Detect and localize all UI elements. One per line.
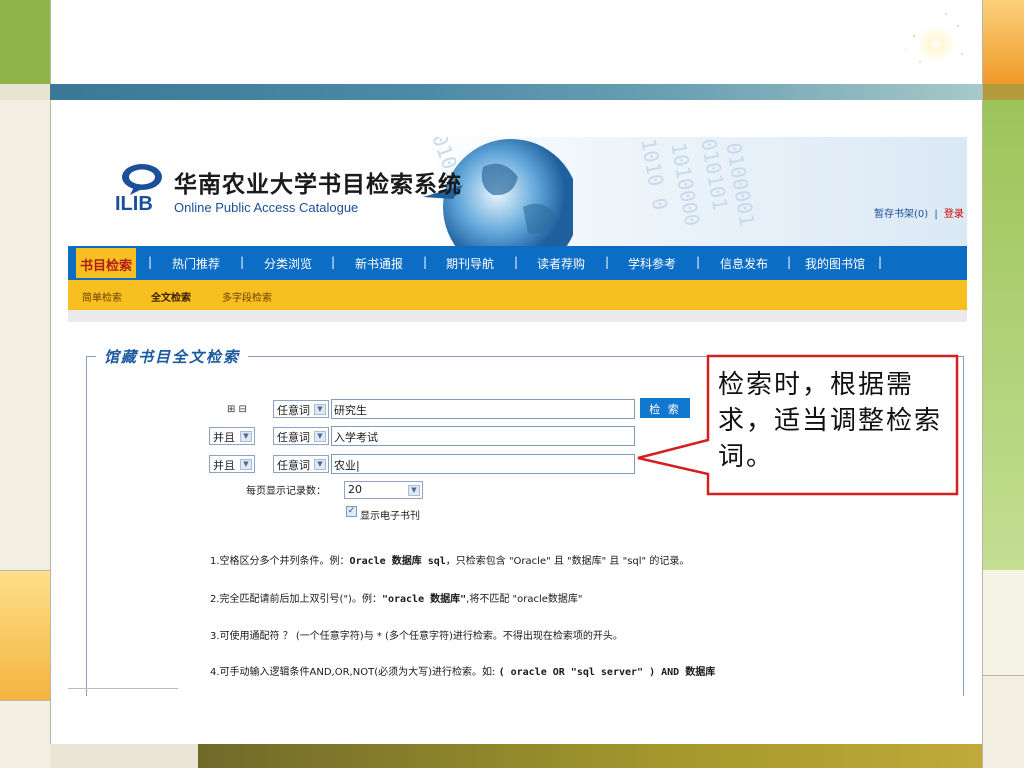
nav-separator: |: [423, 255, 428, 269]
logic-select-3[interactable]: 并且 ▼: [209, 455, 255, 473]
nav-item-my-library[interactable]: 我的图书馆: [805, 255, 865, 272]
nav-separator: |: [787, 255, 792, 269]
slide-decor-orange-block: [0, 570, 50, 700]
subnav-fulltext-search[interactable]: 全文检索: [151, 289, 191, 304]
site-title: 华南农业大学书目检索系统: [174, 172, 462, 198]
slide-decor-right-bottom: [982, 675, 1024, 768]
nav-item-new-books[interactable]: 新书通报: [355, 255, 403, 272]
nav-item-popular[interactable]: 热门推荐: [172, 255, 220, 272]
slide-divider: [982, 675, 1024, 676]
field-select-value: 任意词: [277, 404, 310, 417]
chevron-down-icon: ▼: [314, 459, 326, 470]
slide-divider: [0, 570, 50, 571]
nav-separator: |: [514, 255, 519, 269]
slide-header-stripe: [50, 84, 982, 100]
logic-select-value: 并且: [213, 431, 235, 444]
slide-decor-green-panel: [982, 100, 1024, 570]
main-nav: 书目检索 | 热门推荐 | 分类浏览 | 新书通报 | 期刊导航 | 读者荐购 …: [68, 246, 967, 280]
cart-area: 暂存书架(0) | 登录: [874, 205, 964, 220]
slide-footer-stripe: [198, 744, 982, 768]
slide-decor-orange-corner: [982, 0, 1024, 84]
nav-item-news[interactable]: 信息发布: [720, 255, 768, 272]
hint-line: 2.完全匹配请前后加上双引号(")。例："oracle 数据库",将不匹配 "o…: [210, 594, 583, 605]
slide-decor-left-bottom: [0, 700, 50, 768]
per-page-select[interactable]: 20 ▼: [344, 481, 423, 499]
slide-divider: [982, 0, 983, 768]
search-input-2[interactable]: 入学考试: [331, 426, 635, 446]
nav-item-book-search[interactable]: 书目检索: [76, 248, 137, 278]
ilib-logo-text: ILIB: [115, 193, 153, 215]
sparkle-icon: [905, 13, 963, 64]
show-ejournal-label: 显示电子书刊: [360, 511, 420, 522]
nav-separator: |: [240, 255, 245, 269]
expand-collapse-icon[interactable]: ⊞ ⊟: [227, 404, 247, 415]
nav-item-category[interactable]: 分类浏览: [264, 255, 312, 272]
slide-decor-right-light: [982, 570, 1024, 675]
search-input-1[interactable]: 研究生: [331, 399, 635, 419]
nav-item-recommend[interactable]: 读者荐购: [537, 255, 585, 272]
chevron-down-icon: ▼: [240, 459, 252, 470]
chevron-down-icon: ▼: [314, 431, 326, 442]
nav-separator: |: [331, 255, 336, 269]
chevron-down-icon: ▼: [408, 485, 420, 496]
panel-title: 馆藏书目全文检索: [96, 346, 249, 367]
slide-divider: [0, 700, 50, 701]
slide-decor-green-block: [0, 0, 50, 84]
nav-separator: |: [696, 255, 701, 269]
hint-line: 4.可手动输入逻辑条件AND,OR,NOT(必须为大写)进行检索。如: ( or…: [210, 667, 716, 678]
nav-shadow: [68, 310, 967, 322]
slide-divider: [50, 0, 51, 768]
field-select-1[interactable]: 任意词 ▼: [273, 400, 329, 418]
show-ejournal-checkbox[interactable]: ✓: [346, 506, 357, 517]
subnav-simple-search[interactable]: 简单检索: [82, 289, 122, 304]
field-select-value: 任意词: [277, 459, 310, 472]
nav-separator: |: [878, 255, 883, 269]
subnav-multifield-search[interactable]: 多字段检索: [222, 289, 272, 304]
nav-separator: |: [148, 255, 153, 269]
cart-separator: |: [934, 209, 938, 220]
logic-select-value: 并且: [213, 459, 235, 472]
cart-link[interactable]: 暂存书架(0): [874, 209, 928, 220]
site-subtitle: Online Public Access Catalogue: [174, 200, 359, 215]
slide-decor-band: [0, 84, 50, 100]
chevron-down-icon: ▼: [314, 404, 326, 415]
logic-select-2[interactable]: 并且 ▼: [209, 427, 255, 445]
nav-separator: |: [605, 255, 610, 269]
sub-nav: 简单检索 全文检索 多字段检索: [68, 280, 967, 310]
search-input-3[interactable]: 农业|: [331, 454, 635, 474]
opac-banner: 0101010 1010000 010101 0100001 1010 0 IL…: [68, 137, 967, 246]
panel-bottom-line: [68, 688, 178, 689]
hint-line: 1.空格区分多个并列条件。例：Oracle 数据库 sql，只检索包含 "Ora…: [210, 556, 690, 567]
callout-text: 检索时，根据需求，适当调整检索词。: [718, 370, 943, 472]
chevron-down-icon: ▼: [240, 431, 252, 442]
nav-item-subject[interactable]: 学科参考: [628, 255, 676, 272]
field-select-3[interactable]: 任意词 ▼: [273, 455, 329, 473]
per-page-label: 每页显示记录数：: [246, 486, 326, 497]
slide-decor-band-right: [982, 84, 1024, 100]
nav-item-journals[interactable]: 期刊导航: [446, 255, 494, 272]
ilib-logo-icon: [122, 164, 162, 195]
slide-decor-left-panel: [0, 100, 50, 570]
slide-footer-light: [50, 744, 198, 768]
field-select-value: 任意词: [277, 431, 310, 444]
hint-line: 3.可使用通配符 ？ (一个任意字符)与 * (多个任意字符)进行检索。不得出现…: [210, 631, 623, 642]
per-page-value: 20: [348, 483, 362, 496]
field-select-2[interactable]: 任意词 ▼: [273, 427, 329, 445]
login-link[interactable]: 登录: [944, 209, 964, 220]
